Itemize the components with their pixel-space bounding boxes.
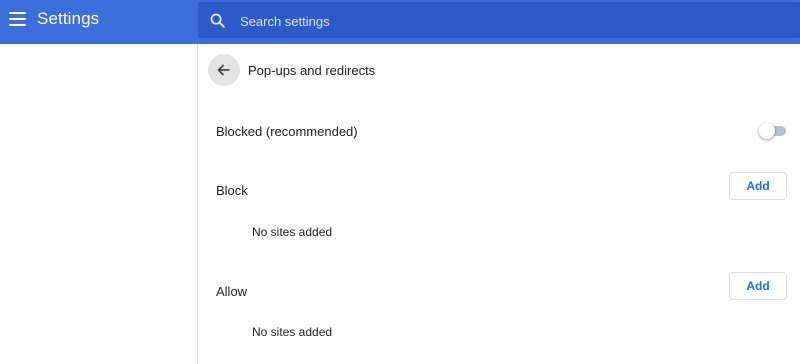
main-panel: Pop-ups and redirects Blocked (recommend… bbox=[198, 44, 800, 364]
block-add-button[interactable]: Add bbox=[729, 172, 787, 200]
allow-add-button[interactable]: Add bbox=[729, 272, 787, 300]
search-input[interactable] bbox=[238, 2, 782, 40]
sidebar bbox=[0, 44, 198, 364]
arrow-back-icon bbox=[217, 64, 230, 76]
blocked-toggle[interactable] bbox=[759, 123, 787, 139]
allow-section-label: Allow bbox=[216, 284, 248, 299]
toggle-knob bbox=[759, 123, 775, 139]
block-section-label: Block bbox=[216, 183, 248, 198]
top-bar: Settings bbox=[0, 0, 800, 44]
page-title: Pop-ups and redirects bbox=[248, 63, 376, 78]
app-title: Settings bbox=[37, 9, 100, 28]
search-icon bbox=[210, 13, 225, 28]
back-button[interactable] bbox=[208, 54, 240, 86]
allow-empty-text: No sites added bbox=[252, 325, 333, 339]
hamburger-menu-icon[interactable] bbox=[9, 12, 26, 26]
block-empty-text: No sites added bbox=[252, 225, 333, 239]
blocked-toggle-label: Blocked (recommended) bbox=[216, 124, 358, 139]
search-bar[interactable] bbox=[198, 2, 800, 40]
